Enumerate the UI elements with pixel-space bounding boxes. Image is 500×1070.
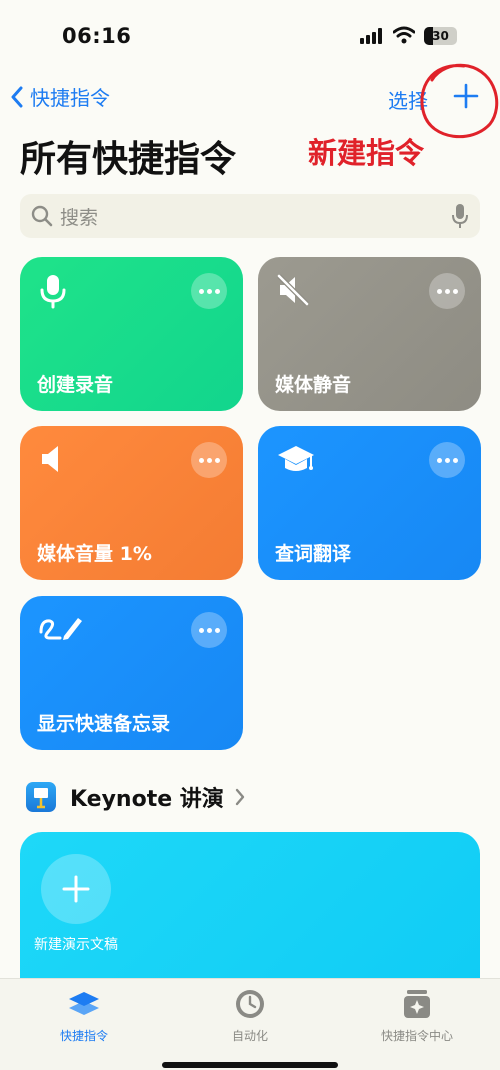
back-label: 快捷指令 (30, 86, 110, 110)
shortcut-label: 媒体音量 1% (37, 543, 152, 565)
annotation-circle (420, 63, 499, 139)
tab-gallery[interactable]: 快捷指令中心 (347, 989, 487, 1044)
more-options-button[interactable] (429, 442, 465, 478)
gallery-sparkle-icon (404, 990, 430, 1018)
annotation-text: 新建指令 (308, 136, 425, 170)
section-header-keynote[interactable]: Keynote 讲演 (26, 781, 246, 813)
shortcut-tile-quick-note[interactable]: 显示快速备忘录 (20, 596, 243, 750)
shortcut-tile-media-mute[interactable]: 媒体静音 (258, 257, 481, 411)
tab-bar: 快捷指令 自动化 快捷指令中心 (0, 978, 500, 1070)
battery-icon: 30 (424, 27, 457, 45)
home-indicator (162, 1062, 338, 1068)
more-options-button[interactable] (191, 273, 227, 309)
shortcut-label: 创建录音 (37, 374, 114, 396)
layers-icon (69, 992, 99, 1015)
shortcut-tile-dictionary-translate[interactable]: 查词翻译 (258, 426, 481, 580)
more-options-button[interactable] (429, 273, 465, 309)
search-icon (31, 205, 53, 227)
page-title: 所有快捷指令 (20, 139, 237, 180)
search-placeholder: 搜索 (60, 207, 99, 229)
shortcut-label: 查词翻译 (275, 543, 352, 565)
section-title: Keynote 讲演 (70, 787, 224, 812)
tab-label: 快捷指令 (59, 1029, 108, 1043)
dictation-microphone-icon[interactable] (452, 203, 468, 229)
cellular-signal-icon (360, 28, 382, 44)
keynote-app-icon (26, 782, 56, 812)
search-input[interactable]: 搜索 (20, 194, 480, 238)
new-presentation-button[interactable] (41, 854, 111, 924)
graduation-cap-icon (278, 446, 314, 471)
speaker-muted-icon (277, 274, 309, 306)
shortcut-label: 媒体静音 (275, 374, 352, 396)
more-options-button[interactable] (191, 612, 227, 648)
keynote-shortcut-card: 新建演示文稿 (20, 832, 480, 1002)
microphone-icon (40, 275, 66, 309)
chevron-right-icon (235, 788, 244, 806)
tab-label: 快捷指令中心 (380, 1029, 453, 1043)
back-button[interactable]: 快捷指令 (10, 82, 110, 111)
clock-icon (236, 990, 264, 1018)
shortcut-tile-create-recording[interactable]: 创建录音 (20, 257, 243, 411)
battery-level: 30 (432, 29, 449, 43)
plus-icon (62, 875, 90, 903)
shortcut-label: 显示快速备忘录 (37, 713, 171, 735)
shortcut-tile-media-volume[interactable]: 媒体音量 1% (20, 426, 243, 580)
status-time: 06:16 (62, 24, 132, 48)
chevron-left-icon (11, 86, 23, 107)
speaker-icon (42, 446, 58, 472)
more-options-button[interactable] (191, 442, 227, 478)
tab-shortcuts[interactable]: 快捷指令 (14, 989, 154, 1044)
wifi-icon (393, 26, 415, 44)
tab-automation[interactable]: 自动化 (180, 989, 320, 1044)
scribble-pen-icon (39, 618, 82, 640)
tab-label: 自动化 (231, 1029, 268, 1043)
new-presentation-label: 新建演示文稿 (34, 937, 118, 953)
